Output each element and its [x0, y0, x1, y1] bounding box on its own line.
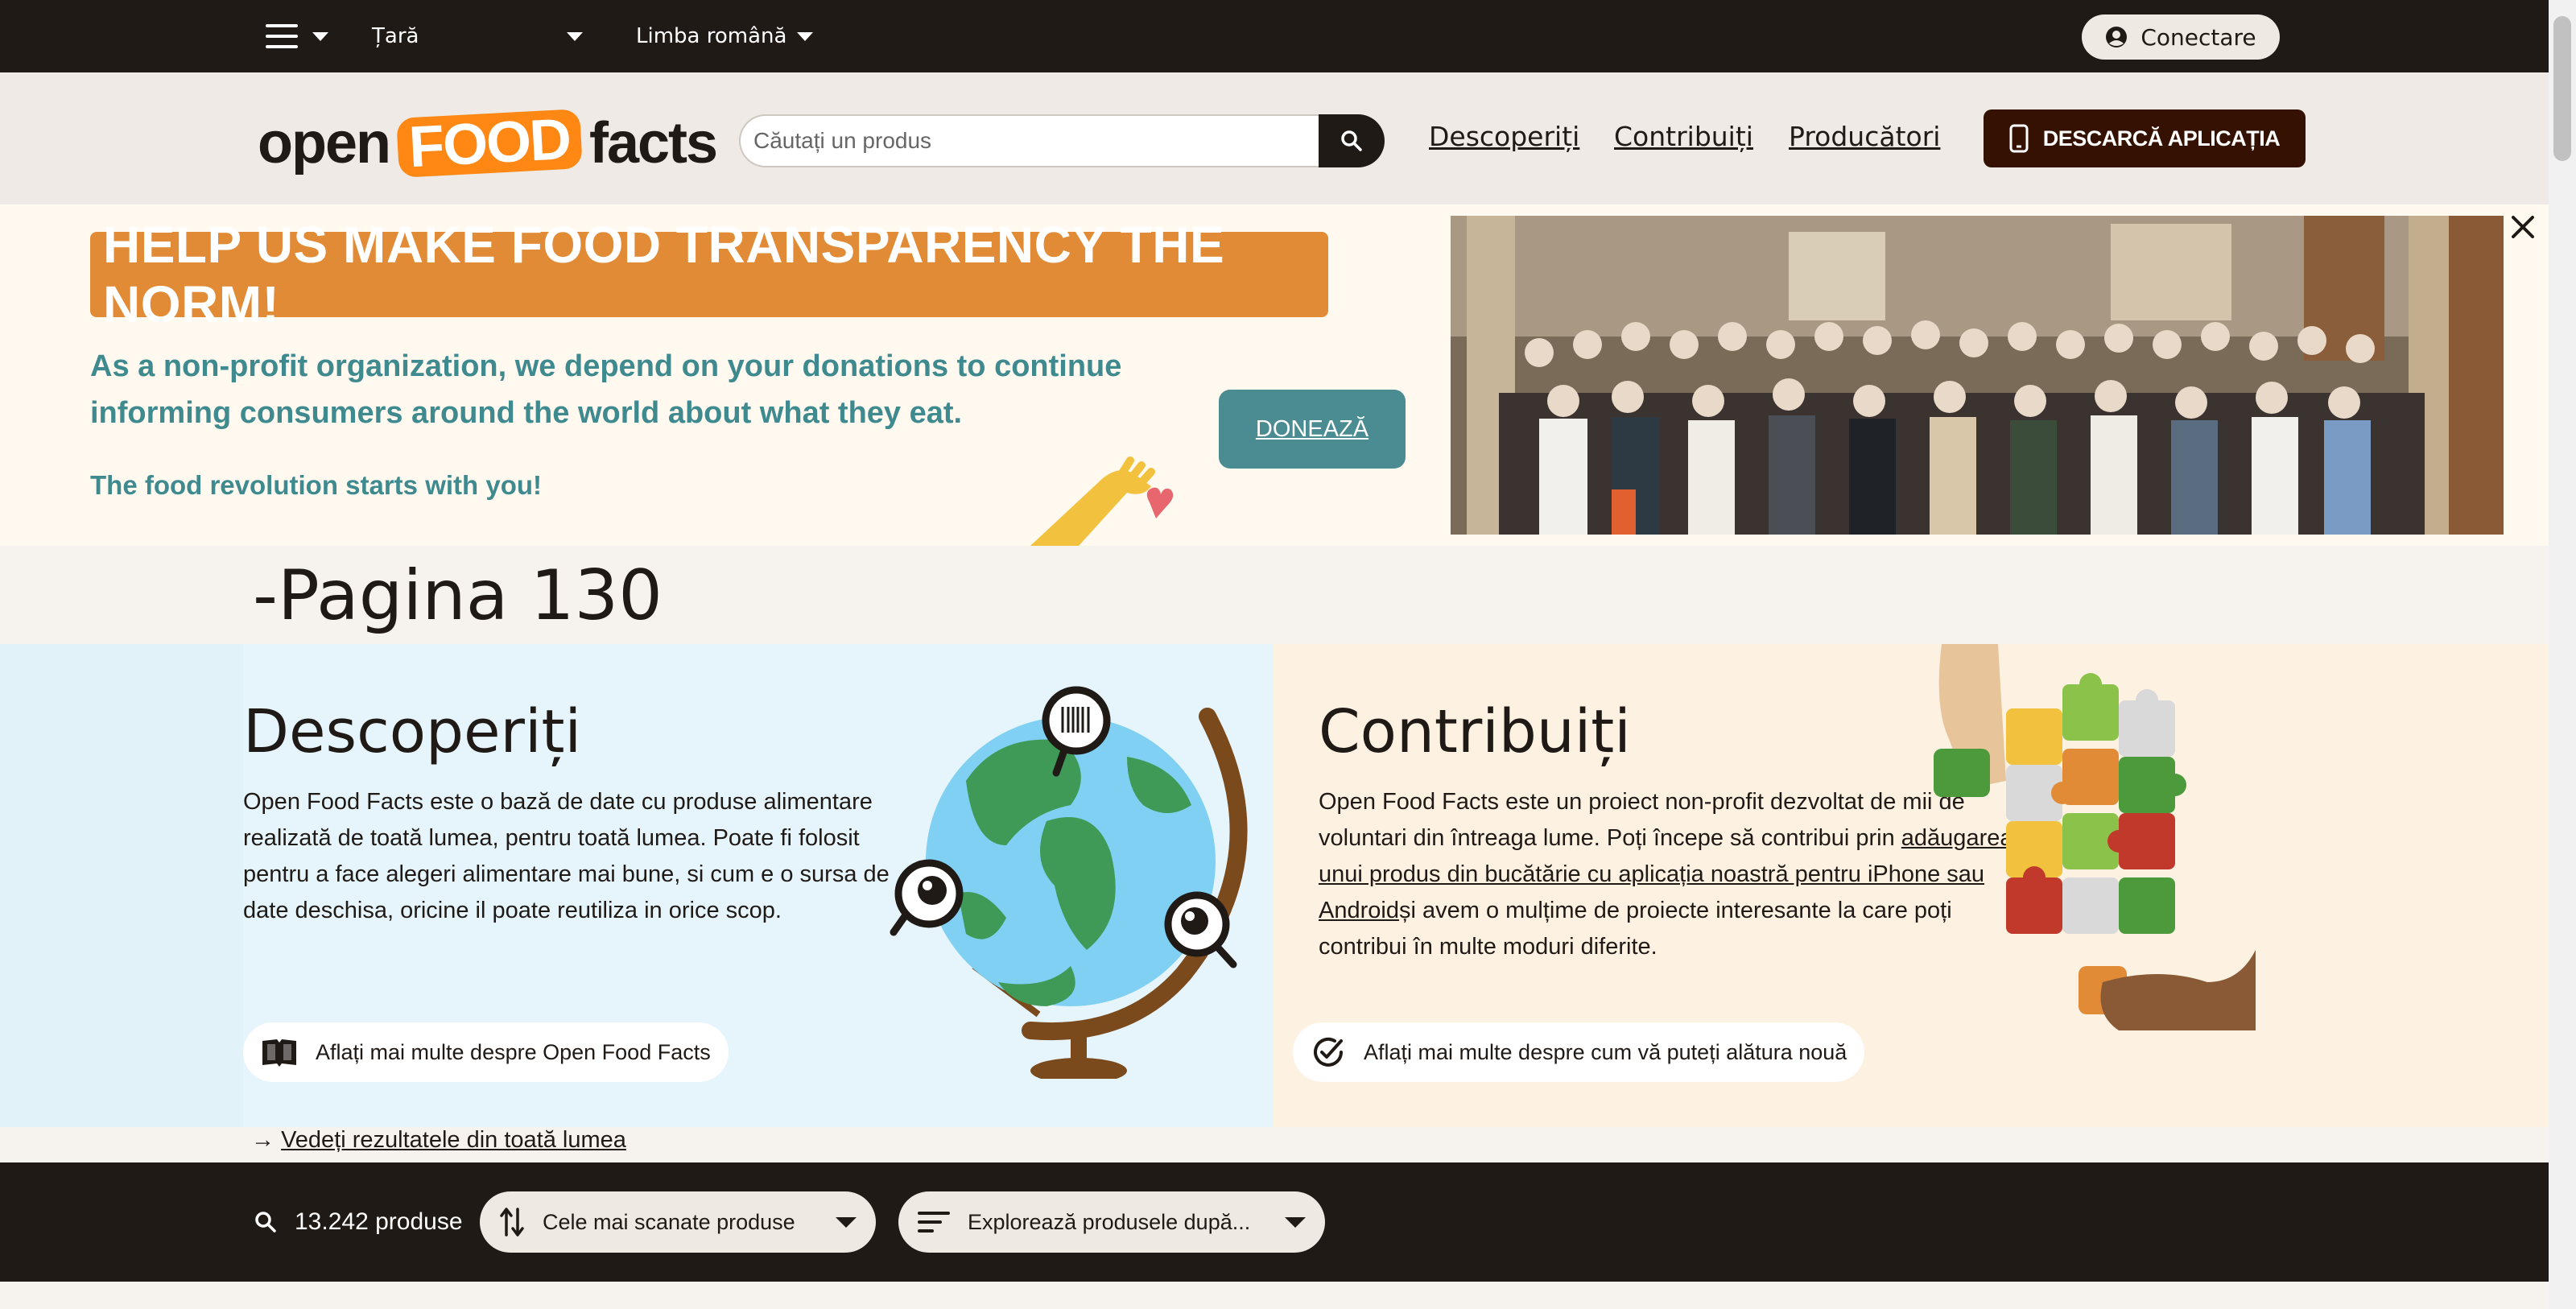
discover-title: Descoperiți — [243, 697, 582, 766]
search-input[interactable] — [739, 114, 1319, 167]
puzzle-hands-illustration — [1934, 644, 2256, 1030]
check-circle-icon — [1314, 1037, 1343, 1067]
contribute-title: Contribuiți — [1319, 697, 1631, 766]
learn-how-to-join-button[interactable]: Aflați mai multe despre cum vă puteți al… — [1293, 1022, 1865, 1082]
sort-select-label: Cele mai scanate produse — [543, 1209, 795, 1234]
world-results-link-row: → Vedeți rezultatele din toată lumea — [251, 1127, 626, 1154]
page: Țară Limba română Conectare open FOOD fa… — [0, 0, 2549, 1309]
volunteers-group-photo — [1451, 216, 2504, 535]
logo-wordmark: open FOOD facts — [258, 107, 718, 180]
vertical-scrollbar[interactable] — [2549, 0, 2576, 1309]
book-icon — [262, 1039, 296, 1067]
nav-contribute[interactable]: Contribuiți — [1614, 121, 1753, 152]
caret-down-icon — [836, 1216, 857, 1228]
download-app-button[interactable]: DESCARCĂ APLICAȚIA — [1984, 109, 2306, 167]
nav-producers[interactable]: Producători — [1789, 121, 1940, 152]
search-icon — [255, 1212, 276, 1233]
learn-how-to-join-label: Aflați mai multe despre cum vă puteți al… — [1364, 1039, 1847, 1064]
logo-part-open: open — [258, 111, 391, 175]
caret-down-icon — [312, 31, 328, 41]
product-count-label: 13.242 produse — [295, 1208, 463, 1235]
explore-by-select[interactable]: Explorează produsele după... — [898, 1191, 1325, 1253]
product-count: 13.242 produse — [253, 1203, 463, 1241]
caret-down-icon — [567, 31, 583, 41]
logo-part-food: FOOD — [396, 107, 583, 180]
filter-lines-icon — [918, 1212, 950, 1233]
contribute-body-end: și avem o mulțime de proiecte interesant… — [1319, 898, 1952, 960]
nav-discover[interactable]: Descoperiți — [1429, 121, 1579, 152]
discover-body: Open Food Facts este o bază de date cu p… — [243, 789, 890, 923]
learn-more-about-off-button[interactable]: Aflați mai multe despre Open Food Facts — [243, 1022, 729, 1082]
page-title: -Pagina 130 — [253, 555, 663, 636]
language-select-label: Limba română — [636, 24, 787, 48]
arrow-right-icon: → — [251, 1127, 275, 1153]
hand-heart-illustration — [1030, 456, 1174, 546]
banner-tagline: The food revolution starts with you! — [90, 470, 542, 500]
country-select[interactable]: Țară — [372, 18, 583, 55]
user-icon — [2106, 27, 2128, 47]
language-select[interactable]: Limba română — [636, 18, 813, 55]
login-label: Conectare — [2140, 23, 2256, 51]
main-menu-button[interactable] — [266, 18, 354, 55]
top-bar: Țară Limba română Conectare — [0, 0, 2549, 72]
donation-banner: HELP US MAKE FOOD TRANSPARENCY THE NORM!… — [0, 204, 2549, 546]
contribute-body-start: Open Food Facts este un proiect non-prof… — [1319, 789, 1965, 851]
banner-text: As a non-profit organization, we depend … — [90, 349, 1122, 430]
search-button[interactable] — [1319, 114, 1385, 167]
login-button[interactable]: Conectare — [2082, 14, 2280, 60]
caret-down-icon — [1285, 1216, 1306, 1228]
country-select-label: Țară — [372, 24, 419, 48]
download-app-label: DESCARCĂ APLICAȚIA — [2042, 126, 2281, 151]
world-results-link[interactable]: Vedeți rezultatele din toată lumea — [281, 1127, 626, 1153]
search-icon — [1341, 130, 1362, 151]
site-logo[interactable]: open FOOD facts — [251, 100, 718, 187]
explore-by-label: Explorează produsele după... — [968, 1209, 1251, 1234]
donate-button[interactable]: DONEAZĂ — [1219, 390, 1406, 469]
products-toolbar: 13.242 produse Cele mai scanate produse … — [0, 1162, 2549, 1282]
close-icon[interactable] — [2507, 211, 2539, 243]
hamburger-icon — [266, 24, 298, 48]
caret-down-icon — [797, 31, 813, 41]
smartphone-icon — [2009, 124, 2029, 153]
contribute-card: Contribuiți Open Food Facts este un proi… — [1274, 644, 2549, 1127]
site-header: open FOOD facts Descoperiți Contribuiți … — [0, 72, 2549, 204]
discover-card: Descoperiți Open Food Facts este o bază … — [0, 644, 1274, 1127]
globe-illustration — [890, 686, 1248, 1079]
sort-arrows-icon — [500, 1208, 524, 1237]
learn-more-about-off-label: Aflați mai multe despre Open Food Facts — [316, 1039, 711, 1064]
banner-headline: HELP US MAKE FOOD TRANSPARENCY THE NORM! — [90, 216, 1328, 333]
logo-part-facts: facts — [588, 111, 718, 175]
search-form — [739, 114, 1385, 167]
sort-select[interactable]: Cele mai scanate produse — [480, 1191, 876, 1253]
scrollbar-thumb[interactable] — [2553, 16, 2571, 161]
